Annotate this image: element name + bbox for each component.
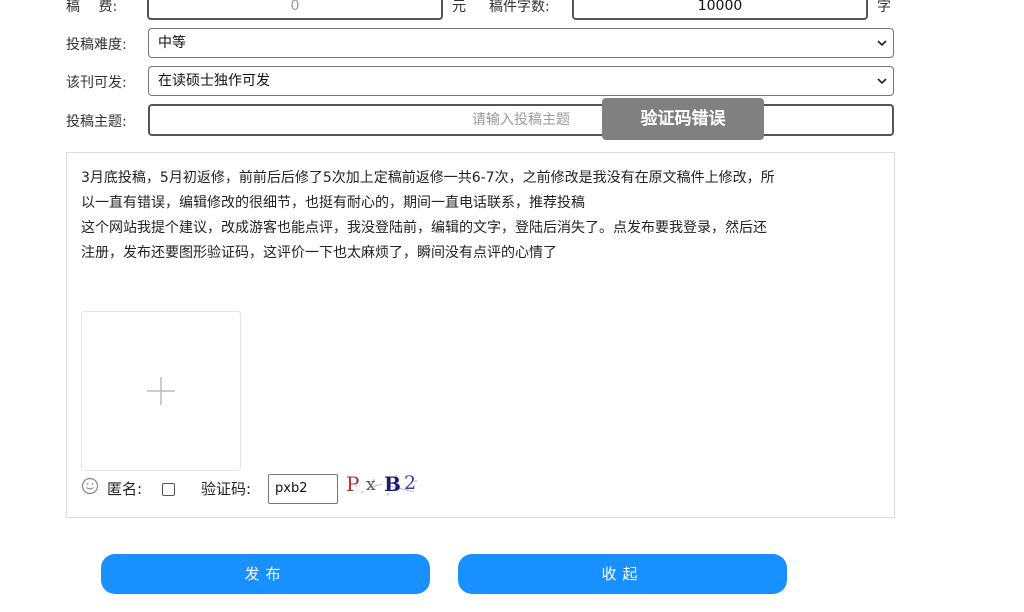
difficulty-selected-value: 中等	[158, 35, 186, 51]
plus-icon	[147, 377, 175, 405]
comment-line: 这个网站我提个建议，改成游客也能点评，我没登陆前，编辑的文字，登陆后消失了。点发…	[81, 220, 767, 236]
anonymous-label: 匿名:	[107, 480, 143, 498]
comment-line: 注册，发布还要图形验证码，这评价一下也太麻烦了，瞬间没有点评的心情了	[81, 245, 557, 261]
word-count-unit: 字	[877, 0, 891, 15]
publish-button[interactable]: 发布	[101, 554, 430, 594]
captcha-label: 验证码:	[201, 480, 252, 498]
comment-text[interactable]: 3月底投稿，5月初返修，前前后后修了5次加上定稿前返修一共6-7次，之前修改是我…	[81, 166, 811, 266]
publishable-select[interactable]: 在读硕士独作可发	[148, 66, 894, 96]
fee-label: 稿 费:	[66, 0, 118, 15]
error-toast: 验证码错误	[602, 98, 764, 140]
image-upload-box[interactable]	[81, 311, 241, 471]
topic-label: 投稿主题:	[66, 114, 127, 130]
captcha-char: 2	[404, 472, 417, 494]
difficulty-label: 投稿难度:	[66, 37, 127, 53]
captcha-char: x	[366, 475, 376, 495]
fee-unit: 元	[452, 0, 466, 15]
comment-panel: 3月底投稿，5月初返修，前前后后修了5次加上定稿前返修一共6-7次，之前修改是我…	[66, 152, 895, 518]
captcha-char: P	[346, 472, 360, 496]
anonymous-checkbox[interactable]	[162, 483, 175, 496]
chevron-down-icon	[877, 40, 887, 47]
captcha-image[interactable]: P x B 2	[344, 472, 422, 498]
comment-line: 3月底投稿，5月初返修，前前后后修了5次加上定稿前返修一共6-7次，之前修改是我…	[81, 170, 775, 186]
collapse-button[interactable]: 收起	[458, 554, 787, 594]
fee-input[interactable]: 0	[147, 0, 443, 20]
difficulty-select[interactable]: 中等	[148, 28, 894, 58]
chevron-down-icon	[877, 78, 887, 85]
captcha-char: B	[384, 472, 401, 496]
word-count-input[interactable]: 10000	[572, 0, 868, 20]
captcha-input[interactable]: pxb2	[268, 474, 338, 504]
publishable-label: 该刊可发:	[66, 75, 127, 91]
comment-line: 以一直有错误，编辑修改的很细节，也挺有耐心的，期间一直电话联系，推荐投稿	[81, 195, 585, 211]
publishable-selected-value: 在读硕士独作可发	[158, 73, 270, 89]
topic-placeholder: 请输入投稿主题	[472, 112, 570, 128]
word-count-label: 稿件字数:	[489, 0, 550, 15]
topic-input[interactable]: 请输入投稿主题	[148, 104, 894, 136]
smile-icon[interactable]	[81, 477, 99, 495]
